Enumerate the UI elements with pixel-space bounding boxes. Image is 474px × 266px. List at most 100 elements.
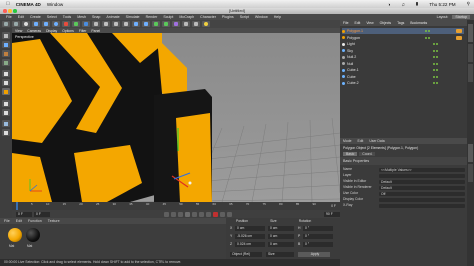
visibility-dots[interactable] [433, 75, 438, 78]
cube-icon[interactable] [132, 21, 140, 27]
visibility-dots[interactable] [433, 49, 438, 52]
menu-create[interactable]: Create [30, 15, 41, 19]
lock-icon[interactable] [2, 129, 10, 136]
current-frame-field[interactable]: 0 F [34, 211, 50, 217]
menu-mocraph[interactable]: MoCraph [179, 15, 194, 19]
menu-help[interactable]: Help [274, 15, 281, 19]
material-tag-icon[interactable] [456, 29, 462, 33]
y-axis-icon[interactable] [72, 21, 80, 27]
tab-objects[interactable] [468, 24, 473, 42]
x-axis-icon[interactable] [62, 21, 70, 27]
redo-icon[interactable] [12, 21, 20, 27]
light-icon[interactable] [202, 21, 210, 27]
object-name[interactable]: Cube.1 [347, 67, 359, 73]
battery-icon[interactable]: ▮ [416, 1, 419, 7]
viewport-menu-options[interactable]: Options [62, 29, 74, 33]
apple-icon[interactable]:  [6, 1, 10, 7]
array-icon[interactable] [162, 21, 170, 27]
menu-select[interactable]: Select [47, 15, 57, 19]
floor-icon[interactable] [182, 21, 190, 27]
undo-icon[interactable] [2, 21, 10, 27]
tweak-icon[interactable] [2, 109, 10, 116]
visibility-dots[interactable] [433, 43, 438, 45]
rotation-field[interactable]: 0 ° [303, 242, 333, 247]
object-name[interactable]: Polygon [347, 35, 360, 41]
rotation-field[interactable]: 0 ° [303, 226, 333, 231]
camera-icon[interactable] [192, 21, 200, 27]
attribute-value-field[interactable]: Off [379, 191, 465, 196]
record-icon[interactable] [213, 211, 218, 217]
visibility-dots[interactable] [433, 69, 438, 71]
keyframe-selection-icon[interactable] [227, 211, 232, 217]
model-mode-icon[interactable] [2, 41, 10, 48]
object-row[interactable]: Light [342, 41, 464, 47]
render-view-icon[interactable] [102, 21, 110, 27]
attribute-value-field[interactable] [379, 203, 465, 208]
visibility-dots[interactable] [433, 56, 438, 58]
menu-simulate[interactable]: Simulate [126, 15, 140, 19]
points-mode-icon[interactable] [2, 70, 10, 77]
attribute-value-field[interactable]: <<Multiple Values>> [379, 167, 465, 172]
wifi-icon[interactable]: ◑ [388, 2, 391, 7]
menu-render[interactable]: Render [146, 15, 158, 19]
object-name[interactable]: Sky [347, 48, 353, 54]
object-row[interactable]: Cube.1 [342, 67, 464, 73]
axis-mode-icon[interactable] [2, 100, 10, 107]
objects-menu-objects[interactable]: Objects [380, 21, 392, 25]
objects-menu-view[interactable]: View [366, 21, 373, 25]
object-name[interactable]: Cube [347, 74, 356, 80]
object-row[interactable]: Sky [342, 48, 464, 54]
coord-mode-select[interactable]: Object (Rel) [230, 252, 262, 257]
minimize-icon[interactable] [8, 9, 12, 13]
attribute-value-field[interactable] [379, 173, 465, 178]
size-field[interactable]: 0 cm [268, 226, 294, 231]
objects-menu-edit[interactable]: Edit [354, 21, 360, 25]
menu-snap[interactable]: Snap [92, 15, 100, 19]
objects-menu-bookmarks[interactable]: Bookmarks [410, 21, 427, 25]
viewport-menu-filter[interactable]: Filter [79, 29, 87, 33]
timeline[interactable]: 051015202530354045505560657075808590 0 F [12, 202, 340, 210]
attribute-menu-user-data[interactable]: User Data [369, 139, 384, 143]
pen-icon[interactable] [142, 21, 150, 27]
render-picture-viewer-icon[interactable] [112, 21, 120, 27]
material-menu-function[interactable]: Function [28, 219, 42, 223]
object-name[interactable]: Light [347, 41, 355, 47]
apply-button[interactable]: Apply [298, 252, 330, 257]
material-tag-icon[interactable] [456, 35, 462, 40]
rotation-field[interactable]: 0 ° [303, 234, 333, 239]
tab-structure[interactable] [468, 64, 473, 82]
start-frame-field[interactable]: 0 F [16, 211, 32, 217]
material-menu-texture[interactable]: Texture [48, 219, 60, 223]
object-row[interactable]: Null.2 [342, 54, 464, 60]
attribute-menu-mode[interactable]: Mode [343, 139, 351, 143]
clock[interactable]: Thu 5:22 PM [429, 2, 455, 7]
menu-edit[interactable]: Edit [18, 15, 24, 19]
object-row[interactable]: Polygon.1 [342, 28, 464, 34]
menu-tools[interactable]: Tools [63, 15, 71, 19]
goto-end-icon[interactable] [206, 211, 211, 217]
size-field[interactable]: 0 cm [268, 242, 294, 247]
objects-menu-file[interactable]: File [343, 21, 348, 25]
viewport-menu-panel[interactable]: Panel [91, 29, 100, 33]
prev-key-icon[interactable] [171, 211, 176, 217]
scale-icon[interactable] [42, 21, 50, 27]
snap-icon[interactable] [2, 120, 10, 127]
mac-window-menu[interactable]: Window [47, 2, 63, 7]
visibility-dots[interactable] [433, 82, 438, 84]
visibility-dots[interactable] [425, 30, 430, 32]
mac-app-name[interactable]: CINEMA 4D [16, 2, 41, 7]
end-frame-field[interactable]: 90 F [324, 211, 340, 217]
menu-character[interactable]: Character [200, 15, 216, 19]
material-menu-edit[interactable]: Edit [16, 219, 22, 223]
coordinate-system-icon[interactable] [92, 21, 100, 27]
object-name[interactable]: Cube.2 [347, 80, 359, 86]
perspective-viewport[interactable] [12, 33, 340, 202]
deformer-icon[interactable] [172, 21, 180, 27]
viewport-menu-display[interactable]: Display [46, 29, 57, 33]
goto-start-icon[interactable] [164, 211, 169, 217]
attribute-menu-edit[interactable]: Edit [357, 139, 363, 143]
tab-layers[interactable] [468, 164, 473, 182]
object-name[interactable]: Null.2 [347, 54, 356, 60]
material-menu-file[interactable]: File [4, 219, 10, 223]
tab-attributes[interactable] [468, 144, 473, 162]
